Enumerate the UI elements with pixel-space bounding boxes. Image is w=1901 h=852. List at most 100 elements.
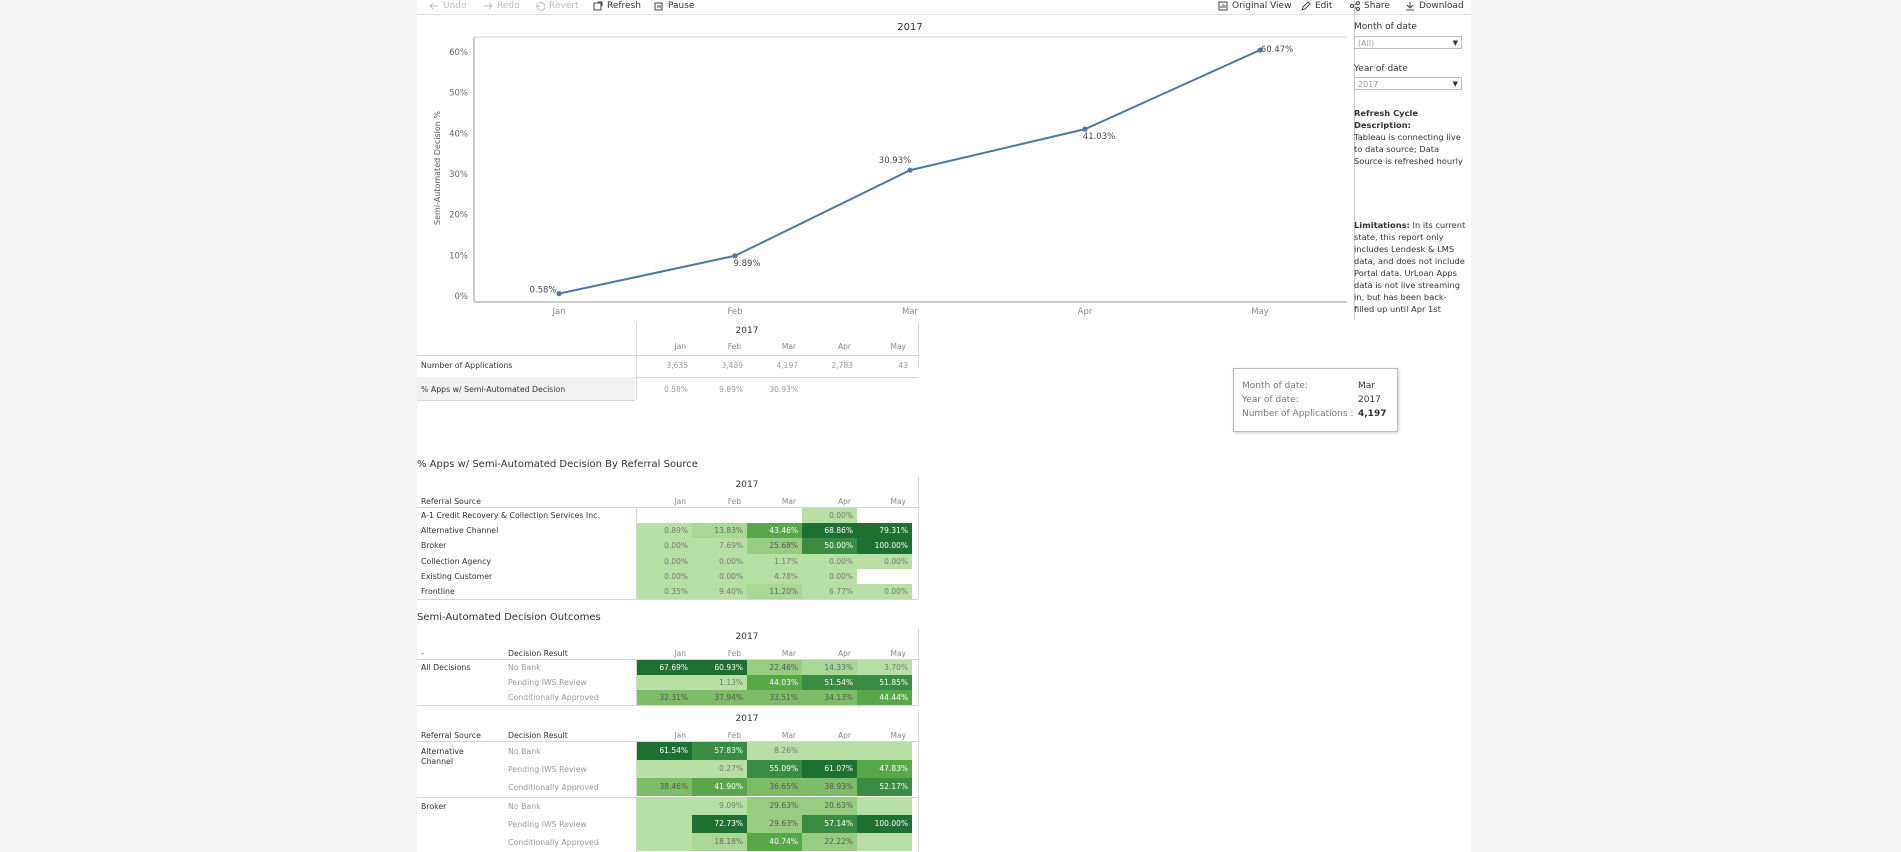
outcome-cell[interactable]: 52.17% bbox=[857, 778, 912, 796]
outcome-cell[interactable]: 51.54% bbox=[802, 675, 857, 690]
outcome-cell[interactable]: 8.26% bbox=[747, 742, 802, 760]
outcome-cell[interactable]: 51.85% bbox=[857, 675, 912, 690]
referral-cell[interactable]: 11.20% bbox=[747, 584, 802, 600]
year-filter-select[interactable]: 2017 ▼ bbox=[1354, 77, 1462, 90]
data-point[interactable] bbox=[1082, 126, 1088, 132]
download-button[interactable]: Download bbox=[1405, 0, 1464, 12]
outcome-cell[interactable] bbox=[802, 742, 857, 760]
edit-button[interactable]: Edit bbox=[1301, 0, 1332, 12]
outcome-cell[interactable]: 57.83% bbox=[692, 742, 747, 760]
outcome-cell[interactable]: 33.51% bbox=[747, 690, 802, 705]
referral-cell[interactable]: 68.86% bbox=[802, 523, 857, 539]
referral-cell[interactable]: 25.68% bbox=[747, 538, 802, 554]
outcome-cell[interactable] bbox=[857, 833, 912, 851]
outcome-cell[interactable]: 0.27% bbox=[692, 760, 747, 778]
outcome-cell[interactable]: 100.00% bbox=[857, 815, 912, 833]
outcome-cell[interactable]: 55.09% bbox=[747, 760, 802, 778]
pause-button[interactable]: Pause bbox=[654, 0, 694, 12]
referral-cell[interactable]: 6.77% bbox=[802, 584, 857, 600]
outcomes2-year: 2017 bbox=[735, 714, 759, 724]
outcome-cell[interactable]: 3.70% bbox=[857, 660, 912, 675]
outcome-cell[interactable]: 22.22% bbox=[802, 833, 857, 851]
year-filter-label: Year of date bbox=[1354, 64, 1408, 74]
outcome-cell[interactable]: 61.07% bbox=[802, 760, 857, 778]
outcome-cell[interactable]: 1.13% bbox=[692, 675, 747, 690]
data-point[interactable] bbox=[907, 167, 913, 173]
outcome-cell[interactable]: 44.03% bbox=[747, 675, 802, 690]
redo-button[interactable]: Redo bbox=[483, 0, 520, 12]
share-button[interactable]: Share bbox=[1350, 0, 1390, 12]
outcome-cell[interactable] bbox=[857, 797, 912, 815]
month-filter-select[interactable]: (All) ▼ bbox=[1354, 36, 1462, 49]
outcome-cell[interactable] bbox=[637, 760, 692, 778]
referral-row-label: A-1 Credit Recovery & Collection Service… bbox=[421, 511, 600, 520]
share-icon bbox=[1350, 1, 1360, 11]
referral-cell[interactable]: 43.46% bbox=[747, 523, 802, 539]
referral-cell[interactable]: 79.31% bbox=[857, 523, 912, 539]
outcome-cell[interactable]: 36.65% bbox=[747, 778, 802, 796]
outcome-cell[interactable]: 47.83% bbox=[857, 760, 912, 778]
referral-cell[interactable]: 0.00% bbox=[802, 568, 857, 584]
referral-cell[interactable]: 100.00% bbox=[857, 538, 912, 554]
outcome-cell[interactable]: 34.13% bbox=[802, 690, 857, 705]
undo-button[interactable]: Undo bbox=[429, 0, 467, 12]
outcome-cell[interactable]: 22.46% bbox=[747, 660, 802, 675]
summary-cell: 3,635 bbox=[666, 361, 688, 370]
referral-cell[interactable]: 0.00% bbox=[637, 538, 692, 554]
limitations-title: Limitations: bbox=[1354, 220, 1410, 230]
outcome-cell[interactable]: 67.69% bbox=[637, 660, 692, 675]
referral-cell[interactable]: 7.69% bbox=[692, 538, 747, 554]
outcome-cell[interactable] bbox=[637, 815, 692, 833]
outcome-cell[interactable]: 9.09% bbox=[692, 797, 747, 815]
referral-cell[interactable]: 0.00% bbox=[692, 553, 747, 569]
referral-cell[interactable]: 0.00% bbox=[692, 568, 747, 584]
referral-cell[interactable]: 0.00% bbox=[857, 584, 912, 600]
outcome-cell[interactable]: 41.90% bbox=[692, 778, 747, 796]
month-header: Jan bbox=[674, 731, 686, 740]
limitations-line: data, and does not include bbox=[1354, 256, 1465, 266]
referral-cell[interactable]: 13.83% bbox=[692, 523, 747, 539]
outcome-cell[interactable] bbox=[637, 833, 692, 851]
outcome-cell[interactable] bbox=[637, 675, 692, 690]
outcome-cell[interactable]: 29.63% bbox=[747, 815, 802, 833]
outcome-cell[interactable] bbox=[637, 797, 692, 815]
outcome-cell[interactable]: 57.14% bbox=[802, 815, 857, 833]
refresh-button[interactable]: Refresh bbox=[593, 0, 641, 12]
data-points[interactable] bbox=[556, 47, 1263, 297]
referral-cell[interactable]: 0.89% bbox=[637, 523, 692, 539]
outcomes2-col1-header: Referral Source bbox=[421, 731, 481, 740]
outcome-cell[interactable]: 29.63% bbox=[747, 797, 802, 815]
referral-cell[interactable]: 0.00% bbox=[637, 568, 692, 584]
outcome-cell[interactable]: 38.46% bbox=[637, 778, 692, 796]
data-point[interactable] bbox=[556, 291, 562, 297]
outcome-cell[interactable] bbox=[857, 742, 912, 760]
data-point[interactable] bbox=[732, 253, 738, 259]
outcome-cell[interactable]: 72.73% bbox=[692, 815, 747, 833]
referral-cell[interactable]: 0.00% bbox=[802, 553, 857, 569]
revert-button[interactable]: Revert bbox=[535, 0, 578, 12]
refresh-cycle-title: Refresh Cycle Description: bbox=[1354, 108, 1418, 130]
referral-cell[interactable]: 4.78% bbox=[747, 568, 802, 584]
referral-cell[interactable]: 0.00% bbox=[802, 508, 857, 524]
outcome-cell[interactable]: 37.94% bbox=[692, 690, 747, 705]
referral-cell[interactable]: 0.00% bbox=[857, 553, 912, 569]
outcome-cell[interactable]: 44.44% bbox=[857, 690, 912, 705]
month-header: Feb bbox=[727, 342, 741, 351]
outcome-cell[interactable]: 14.33% bbox=[802, 660, 857, 675]
referral-cell[interactable]: 0.35% bbox=[637, 584, 692, 600]
original-view-button[interactable]: Original View bbox=[1218, 0, 1291, 12]
download-icon bbox=[1406, 2, 1414, 11]
y-tick-label: 30% bbox=[449, 170, 468, 180]
referral-cell[interactable]: 9.40% bbox=[692, 584, 747, 600]
refresh-cycle-note: Refresh Cycle Description: Tableau is co… bbox=[1354, 107, 1469, 167]
referral-cell[interactable]: 50.00% bbox=[802, 538, 857, 554]
referral-cell[interactable]: 0.00% bbox=[637, 553, 692, 569]
outcome-cell[interactable]: 40.74% bbox=[747, 833, 802, 851]
outcome-cell[interactable]: 60.93% bbox=[692, 660, 747, 675]
outcome-cell[interactable]: 20.63% bbox=[802, 797, 857, 815]
outcome-cell[interactable]: 61.54% bbox=[637, 742, 692, 760]
outcome-cell[interactable]: 32.31% bbox=[637, 690, 692, 705]
outcome-cell[interactable]: 38.93% bbox=[802, 778, 857, 796]
outcome-cell[interactable]: 18.18% bbox=[692, 833, 747, 851]
referral-cell[interactable]: 1.17% bbox=[747, 553, 802, 569]
